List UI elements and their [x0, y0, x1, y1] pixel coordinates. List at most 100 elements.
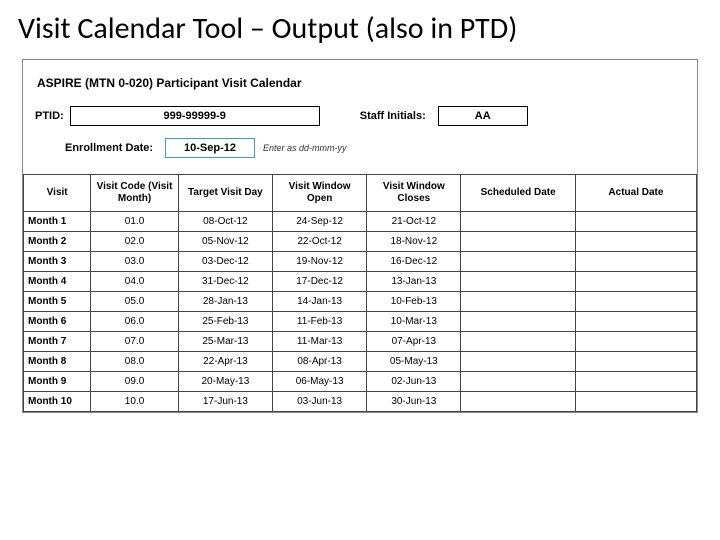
cell-scheduled-date[interactable] [461, 212, 575, 232]
cell-scheduled-date[interactable] [461, 332, 575, 352]
table-row: Month 303.003-Dec-1219-Nov-1216-Dec-12 [24, 252, 697, 272]
cell-visit-code: 06.0 [91, 312, 178, 332]
cell-actual-date[interactable] [575, 332, 696, 352]
cell-actual-date[interactable] [575, 352, 696, 372]
col-header-scheduled: Scheduled Date [461, 175, 575, 212]
cell-window-close: 21-Oct-12 [367, 212, 461, 232]
table-row: Month 606.025-Feb-1311-Feb-1310-Mar-13 [24, 312, 697, 332]
cell-target-date: 25-Mar-13 [178, 332, 272, 352]
cell-target-date: 25-Feb-13 [178, 312, 272, 332]
cell-window-open: 11-Mar-13 [273, 332, 367, 352]
cell-scheduled-date[interactable] [461, 312, 575, 332]
cell-visit-code: 07.0 [91, 332, 178, 352]
slide: Visit Calendar Tool – Output (also in PT… [0, 0, 720, 540]
table-row: Month 101.008-Oct-1224-Sep-1221-Oct-12 [24, 212, 697, 232]
cell-visit-code: 03.0 [91, 252, 178, 272]
cell-visit: Month 8 [24, 352, 91, 372]
col-header-visit: Visit [24, 175, 91, 212]
visit-schedule-table: Visit Visit Code (Visit Month) Target Vi… [23, 174, 697, 412]
cell-target-date: 28-Jan-13 [178, 292, 272, 312]
cell-window-open: 22-Oct-12 [273, 232, 367, 252]
cell-window-open: 11-Feb-13 [273, 312, 367, 332]
col-header-code: Visit Code (Visit Month) [91, 175, 178, 212]
calendar-document-inner: ASPIRE (MTN 0-020) Participant Visit Cal… [23, 60, 697, 158]
cell-target-date: 20-May-13 [178, 372, 272, 392]
cell-scheduled-date[interactable] [461, 352, 575, 372]
cell-target-date: 17-Jun-13 [178, 392, 272, 412]
cell-scheduled-date[interactable] [461, 392, 575, 412]
cell-target-date: 31-Dec-12 [178, 272, 272, 292]
cell-visit: Month 9 [24, 372, 91, 392]
cell-window-close: 13-Jan-13 [367, 272, 461, 292]
cell-visit: Month 5 [24, 292, 91, 312]
col-header-target: Target Visit Day [178, 175, 272, 212]
cell-visit: Month 7 [24, 332, 91, 352]
cell-visit: Month 3 [24, 252, 91, 272]
staff-initials-field[interactable]: AA [438, 106, 528, 126]
cell-visit-code: 04.0 [91, 272, 178, 292]
table-row: Month 404.031-Dec-1217-Dec-1213-Jan-13 [24, 272, 697, 292]
table-row: Month 202.005-Nov-1222-Oct-1218-Nov-12 [24, 232, 697, 252]
cell-window-open: 08-Apr-13 [273, 352, 367, 372]
cell-actual-date[interactable] [575, 392, 696, 412]
calendar-document: ASPIRE (MTN 0-020) Participant Visit Cal… [22, 59, 698, 413]
cell-window-open: 24-Sep-12 [273, 212, 367, 232]
cell-window-close: 30-Jun-13 [367, 392, 461, 412]
cell-visit-code: 02.0 [91, 232, 178, 252]
cell-visit-code: 10.0 [91, 392, 178, 412]
cell-visit: Month 10 [24, 392, 91, 412]
table-header-row: Visit Visit Code (Visit Month) Target Vi… [24, 175, 697, 212]
table-row: Month 707.025-Mar-1311-Mar-1307-Apr-13 [24, 332, 697, 352]
cell-actual-date[interactable] [575, 252, 696, 272]
cell-visit: Month 2 [24, 232, 91, 252]
calendar-title: ASPIRE (MTN 0-020) Participant Visit Cal… [37, 76, 685, 90]
ptid-label: PTID: [35, 110, 64, 122]
cell-scheduled-date[interactable] [461, 232, 575, 252]
cell-window-close: 05-May-13 [367, 352, 461, 372]
cell-visit-code: 05.0 [91, 292, 178, 312]
cell-visit-code: 01.0 [91, 212, 178, 232]
cell-window-open: 14-Jan-13 [273, 292, 367, 312]
cell-target-date: 03-Dec-12 [178, 252, 272, 272]
table-row: Month 909.020-May-1306-May-1302-Jun-13 [24, 372, 697, 392]
enrollment-date-label: Enrollment Date: [65, 142, 153, 154]
cell-visit: Month 1 [24, 212, 91, 232]
cell-window-close: 07-Apr-13 [367, 332, 461, 352]
table-row: Month 1010.017-Jun-1303-Jun-1330-Jun-13 [24, 392, 697, 412]
cell-target-date: 22-Apr-13 [178, 352, 272, 372]
table-row: Month 505.028-Jan-1314-Jan-1310-Feb-13 [24, 292, 697, 312]
cell-visit: Month 4 [24, 272, 91, 292]
page-title: Visit Calendar Tool – Output (also in PT… [18, 10, 720, 47]
cell-window-open: 03-Jun-13 [273, 392, 367, 412]
cell-scheduled-date[interactable] [461, 292, 575, 312]
cell-window-close: 10-Feb-13 [367, 292, 461, 312]
enrollment-row: Enrollment Date: 10-Sep-12 Enter as dd-m… [65, 138, 685, 158]
cell-actual-date[interactable] [575, 372, 696, 392]
ptid-row: PTID: 999-99999-9 Staff Initials: AA [35, 106, 685, 126]
enrollment-date-field[interactable]: 10-Sep-12 [165, 138, 255, 158]
col-header-open: Visit Window Open [273, 175, 367, 212]
cell-actual-date[interactable] [575, 272, 696, 292]
cell-window-close: 02-Jun-13 [367, 372, 461, 392]
cell-scheduled-date[interactable] [461, 252, 575, 272]
cell-window-open: 06-May-13 [273, 372, 367, 392]
cell-actual-date[interactable] [575, 312, 696, 332]
cell-window-open: 19-Nov-12 [273, 252, 367, 272]
cell-scheduled-date[interactable] [461, 372, 575, 392]
cell-target-date: 08-Oct-12 [178, 212, 272, 232]
cell-window-close: 18-Nov-12 [367, 232, 461, 252]
enrollment-date-hint: Enter as dd-mmm-yy [263, 143, 347, 153]
table-row: Month 808.022-Apr-1308-Apr-1305-May-13 [24, 352, 697, 372]
cell-visit: Month 6 [24, 312, 91, 332]
cell-actual-date[interactable] [575, 292, 696, 312]
cell-window-close: 10-Mar-13 [367, 312, 461, 332]
ptid-field[interactable]: 999-99999-9 [70, 106, 320, 126]
col-header-actual: Actual Date [575, 175, 696, 212]
cell-window-close: 16-Dec-12 [367, 252, 461, 272]
col-header-close: Visit Window Closes [367, 175, 461, 212]
cell-actual-date[interactable] [575, 232, 696, 252]
cell-window-open: 17-Dec-12 [273, 272, 367, 292]
cell-scheduled-date[interactable] [461, 272, 575, 292]
cell-actual-date[interactable] [575, 212, 696, 232]
cell-visit-code: 08.0 [91, 352, 178, 372]
